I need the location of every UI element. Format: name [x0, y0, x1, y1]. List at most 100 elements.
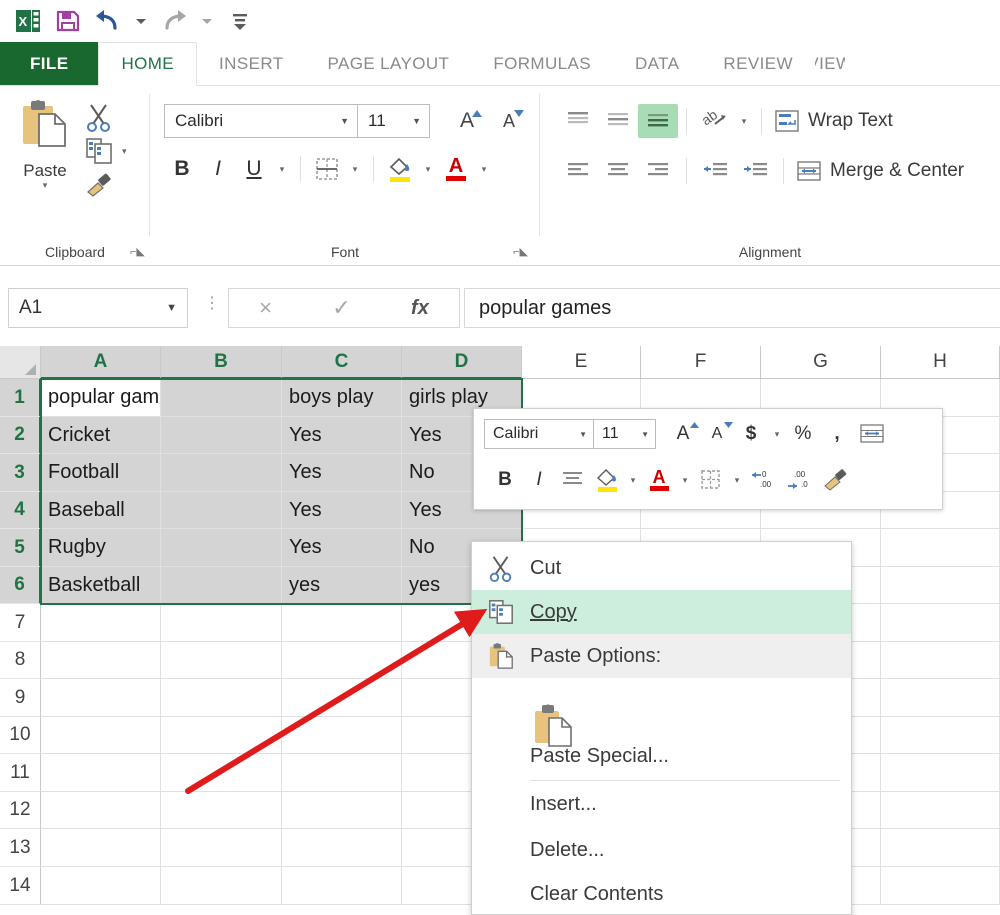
row-header-6[interactable]: 6	[0, 567, 41, 604]
cell-C14[interactable]	[282, 867, 402, 905]
borders-icon[interactable]	[309, 150, 345, 188]
row-header-10[interactable]: 10	[0, 717, 41, 754]
cell-B9[interactable]	[161, 679, 282, 717]
context-menu-clear-contents[interactable]: Clear Contents	[472, 872, 851, 915]
mini-font-name-dropdown-icon[interactable]: ▼	[579, 430, 587, 439]
cell-B3[interactable]	[161, 454, 282, 492]
column-header-H[interactable]: H	[881, 346, 1000, 379]
context-menu-cut[interactable]: Cut	[472, 546, 851, 590]
cell-H12[interactable]	[881, 792, 1000, 829]
paste-dropdown-icon[interactable]: ▾	[8, 181, 82, 190]
cell-A11[interactable]	[41, 754, 161, 792]
cell-A1[interactable]: popular games	[41, 379, 161, 417]
comma-style-icon[interactable]: ,	[820, 417, 854, 451]
cell-H14[interactable]	[881, 867, 1000, 905]
row-header-8[interactable]: 8	[0, 642, 41, 679]
name-box-dropdown-icon[interactable]: ▼	[166, 302, 177, 314]
name-box[interactable]: A1 ▼	[8, 288, 188, 328]
row-header-2[interactable]: 2	[0, 417, 41, 454]
cell-B13[interactable]	[161, 829, 282, 867]
increase-decimal-icon[interactable]: .00 .0	[782, 463, 818, 497]
format-painter-button[interactable]	[84, 168, 127, 202]
orientation-dropdown-icon[interactable]: ▾	[735, 104, 753, 138]
cell-B7[interactable]	[161, 604, 282, 642]
cell-A3[interactable]: Football	[41, 454, 161, 492]
column-header-E[interactable]: E	[522, 346, 641, 379]
cell-B4[interactable]	[161, 492, 282, 529]
decrease-indent-icon[interactable]	[695, 154, 735, 188]
row-header-14[interactable]: 14	[0, 867, 41, 905]
underline-dropdown-icon[interactable]: ▾	[272, 150, 292, 188]
insert-function-icon[interactable]: fx	[411, 297, 429, 320]
context-menu-delete[interactable]: Delete...	[472, 828, 851, 872]
row-header-13[interactable]: 13	[0, 829, 41, 867]
cell-A13[interactable]	[41, 829, 161, 867]
column-header-C[interactable]: C	[282, 346, 402, 379]
borders-dropdown-icon[interactable]: ▾	[345, 150, 365, 188]
mini-font-name-input[interactable]: Calibri ▼	[485, 420, 593, 448]
cell-H9[interactable]	[881, 679, 1000, 717]
align-left-icon[interactable]	[558, 154, 598, 188]
cell-B8[interactable]	[161, 642, 282, 679]
clipboard-dialog-launcher[interactable]: ⌐◣	[130, 245, 145, 258]
fill-color-icon[interactable]	[590, 463, 624, 497]
row-header-9[interactable]: 9	[0, 679, 41, 717]
fill-color-icon[interactable]	[382, 150, 418, 188]
undo-dropdown-icon[interactable]	[128, 4, 154, 38]
align-center-icon[interactable]	[598, 154, 638, 188]
align-middle-icon[interactable]	[598, 104, 638, 138]
cell-H7[interactable]	[881, 604, 1000, 642]
font-size-dropdown-icon[interactable]: ▼	[412, 116, 421, 126]
customize-quick-access-icon[interactable]	[220, 4, 260, 38]
cell-C3[interactable]: Yes	[282, 454, 402, 492]
row-header-11[interactable]: 11	[0, 754, 41, 792]
cell-A12[interactable]	[41, 792, 161, 829]
increase-indent-icon[interactable]	[735, 154, 775, 188]
cell-H6[interactable]	[881, 567, 1000, 604]
italic-button[interactable]: I	[522, 463, 556, 497]
accounting-dropdown-icon[interactable]: ▾	[768, 417, 786, 451]
column-header-F[interactable]: F	[641, 346, 761, 379]
decrease-decimal-icon[interactable]: 0 .00	[746, 463, 782, 497]
enter-formula-icon[interactable]: ✓	[332, 295, 350, 321]
cell-A9[interactable]	[41, 679, 161, 717]
ribbon-tab-formulas[interactable]: FORMULAS	[471, 42, 613, 85]
cell-C8[interactable]	[282, 642, 402, 679]
cell-H11[interactable]	[881, 754, 1000, 792]
save-icon[interactable]	[48, 4, 88, 38]
ribbon-tab-file[interactable]: FILE	[0, 42, 99, 85]
ribbon-tab-data[interactable]: DATA	[613, 42, 701, 85]
accounting-number-format-icon[interactable]: $	[734, 417, 768, 451]
cell-C12[interactable]	[282, 792, 402, 829]
cell-B11[interactable]	[161, 754, 282, 792]
redo-dropdown-icon[interactable]	[194, 4, 220, 38]
merge-center-icon[interactable]	[854, 417, 890, 451]
cell-A6[interactable]: Basketball	[41, 567, 161, 604]
bold-button[interactable]: B	[488, 463, 522, 497]
cell-A2[interactable]: Cricket	[41, 417, 161, 454]
decrease-font-size-icon[interactable]: A	[700, 417, 734, 451]
bold-button[interactable]: B	[164, 150, 200, 188]
decrease-font-size-icon[interactable]: A	[492, 104, 526, 138]
column-header-A[interactable]: A	[41, 346, 161, 379]
copy-button[interactable]: ▾	[84, 134, 127, 168]
row-header-4[interactable]: 4	[0, 492, 41, 529]
row-header-5[interactable]: 5	[0, 529, 41, 567]
font-dialog-launcher[interactable]: ⌐◣	[513, 245, 528, 258]
underline-button[interactable]: U	[236, 150, 272, 188]
cell-C13[interactable]	[282, 829, 402, 867]
merge-center-label[interactable]: Merge & Center	[830, 160, 964, 182]
merge-center-icon[interactable]	[792, 154, 826, 188]
increase-font-size-icon[interactable]: A	[450, 104, 484, 138]
cell-C11[interactable]	[282, 754, 402, 792]
font-color-icon[interactable]: A	[438, 150, 474, 188]
cell-B1[interactable]	[161, 379, 282, 417]
cell-C2[interactable]: Yes	[282, 417, 402, 454]
cell-B14[interactable]	[161, 867, 282, 905]
context-menu-copy[interactable]: Copy	[472, 590, 851, 634]
redo-icon[interactable]	[154, 4, 194, 38]
font-color-dropdown-icon[interactable]: ▾	[676, 463, 694, 497]
cut-button[interactable]	[84, 100, 127, 134]
cell-H13[interactable]	[881, 829, 1000, 867]
ribbon-tab-view[interactable]: VIEW	[815, 42, 845, 85]
